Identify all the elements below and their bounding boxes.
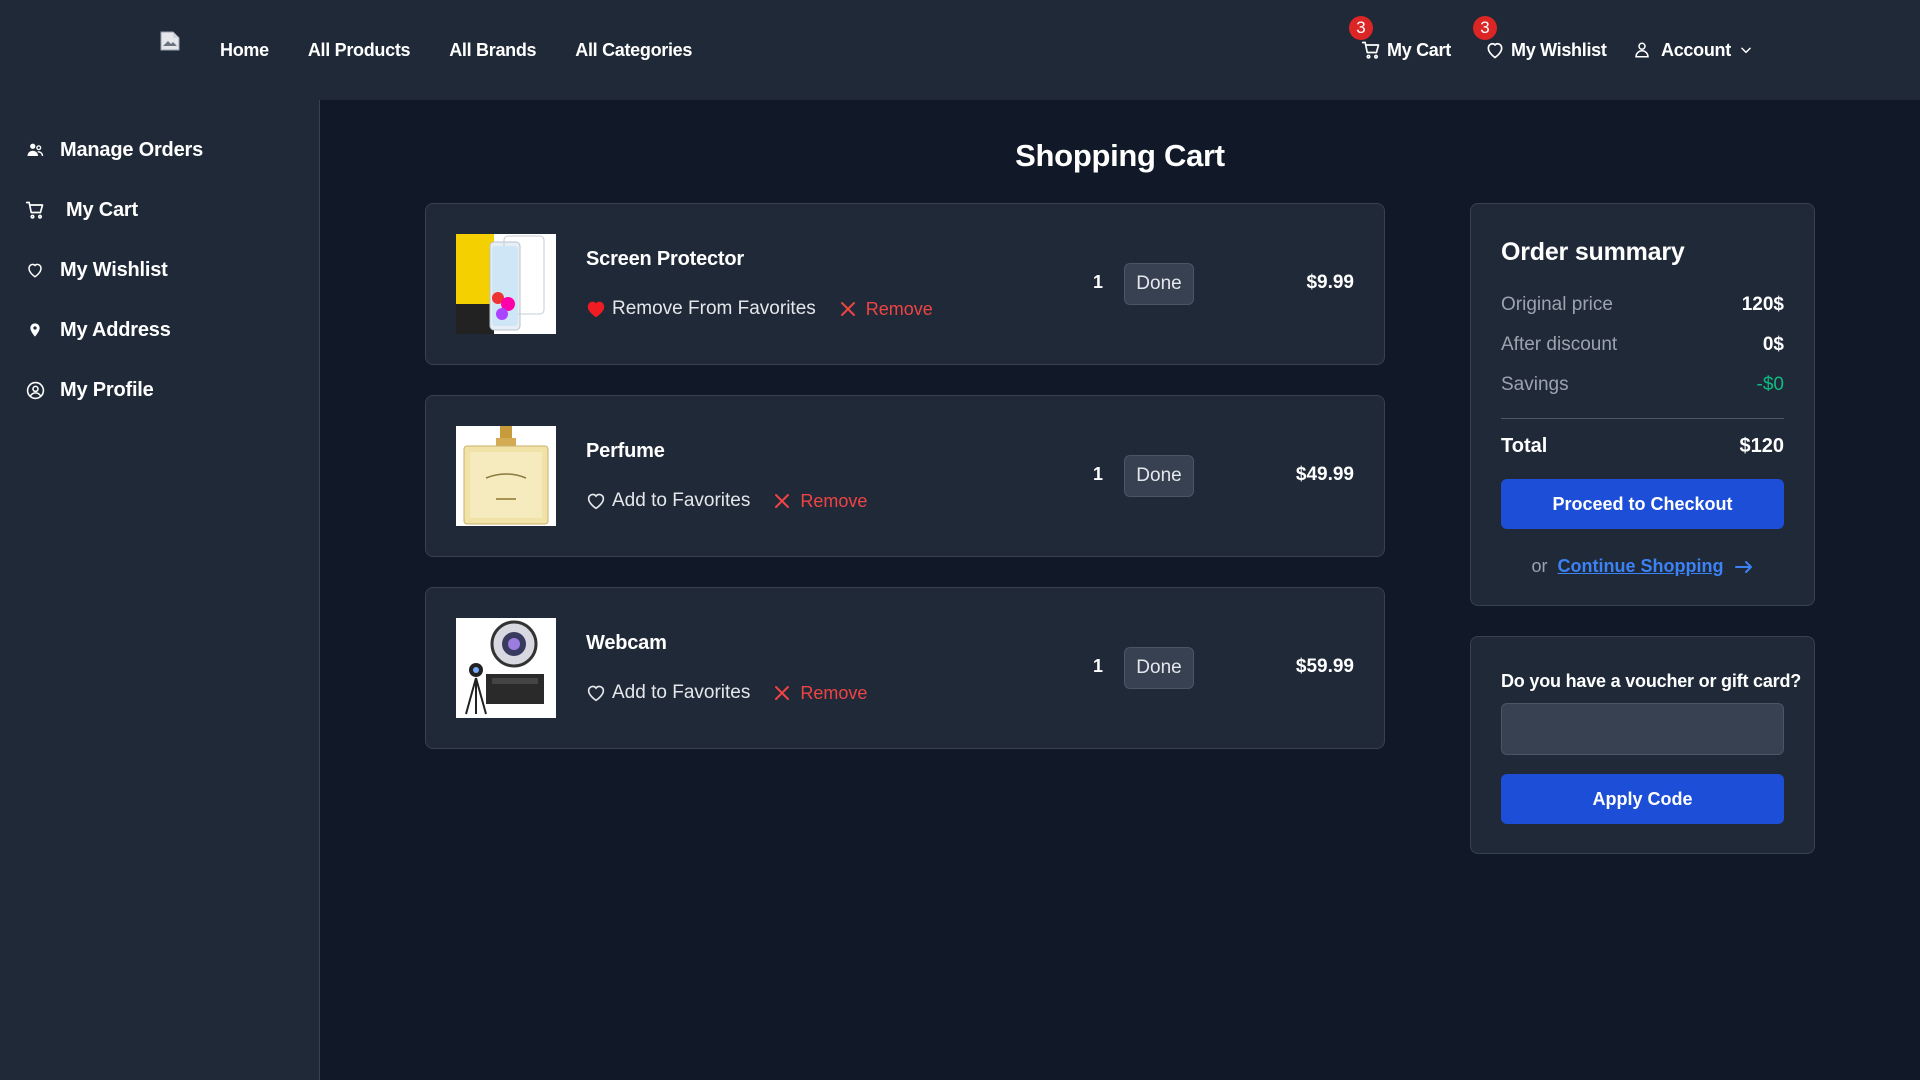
favorite-label: Remove From Favorites <box>612 298 816 319</box>
done-button[interactable]: Done <box>1124 455 1194 497</box>
add-to-favorites-button[interactable]: Add to Favorites <box>586 682 750 704</box>
product-image-screen-protector[interactable] <box>456 234 556 334</box>
heart-icon <box>586 492 612 510</box>
top-navbar: Home All Products All Brands All Categor… <box>0 0 1920 100</box>
remove-label: Remove <box>865 298 933 319</box>
sidebar-item-my-address[interactable]: My Address <box>24 315 171 345</box>
after-discount-label: After discount <box>1501 334 1618 355</box>
sidebar-item-my-cart[interactable]: My Cart <box>24 195 138 225</box>
user-icon <box>1633 40 1657 60</box>
original-price-row: Original price 120$ <box>1501 294 1784 316</box>
sidebar-item-label: My Wishlist <box>60 258 168 281</box>
sidebar-item-label: Manage Orders <box>60 138 204 161</box>
remove-item-button[interactable]: Remove <box>774 491 867 512</box>
product-name[interactable]: Perfume <box>586 440 665 463</box>
done-button[interactable]: Done <box>1124 263 1194 305</box>
product-image-perfume[interactable] <box>456 426 556 526</box>
location-pin-icon <box>24 319 46 341</box>
remove-from-favorites-button[interactable]: Remove From Favorites <box>586 298 816 320</box>
savings-label: Savings <box>1501 374 1569 395</box>
user-circle-icon <box>24 379 46 401</box>
page-title: Shopping Cart <box>1015 138 1225 173</box>
wishlist-count-badge: 3 <box>1473 16 1497 40</box>
product-name[interactable]: Webcam <box>586 632 667 655</box>
product-image-webcam[interactable] <box>456 618 556 718</box>
quantity-value[interactable]: 1 <box>1093 464 1103 485</box>
after-discount-value: 0$ <box>1762 334 1784 355</box>
order-summary-title: Order summary <box>1501 238 1685 266</box>
summary-divider <box>1501 418 1784 419</box>
voucher-label: Do you have a voucher or gift card? <box>1501 671 1802 691</box>
continue-shopping-label: Continue Shopping <box>1557 556 1724 576</box>
quantity-value[interactable]: 1 <box>1093 656 1103 677</box>
cart-icon <box>1361 40 1387 60</box>
item-price: $59.99 <box>1295 656 1354 677</box>
sidebar-item-label: My Profile <box>60 378 154 401</box>
nav-my-cart-label: My Cart <box>1387 39 1451 60</box>
remove-item-button[interactable]: Remove <box>840 299 933 320</box>
cart-item-card: Webcam Add to Favorites Remove 1 Done $5… <box>425 587 1385 749</box>
sidebar-item-label: My Cart <box>66 198 138 221</box>
close-icon <box>774 685 800 701</box>
continue-shopping-line: or Continue Shopping <box>1471 556 1814 577</box>
total-label: Total <box>1501 435 1548 457</box>
item-price: $49.99 <box>1295 464 1354 485</box>
nav-link-all-products[interactable]: All Products <box>308 40 411 61</box>
remove-label: Remove <box>800 490 868 511</box>
apply-code-button[interactable]: Apply Code <box>1501 774 1784 824</box>
close-icon <box>774 493 800 509</box>
sidebar-item-label: My Address <box>60 318 171 341</box>
or-text: or <box>1531 556 1548 576</box>
order-summary-panel: Order summary Original price 120$ After … <box>1470 203 1815 606</box>
nav-my-wishlist[interactable]: My Wishlist <box>1485 0 1607 100</box>
favorite-label: Add to Favorites <box>612 490 751 511</box>
original-price-label: Original price <box>1501 294 1613 315</box>
nav-account-menu[interactable]: Account <box>1633 0 1759 100</box>
close-icon <box>840 301 866 317</box>
product-name[interactable]: Screen Protector <box>586 248 744 271</box>
savings-value: -$0 <box>1756 374 1784 395</box>
voucher-panel: Do you have a voucher or gift card? Appl… <box>1470 636 1815 854</box>
sidebar-item-my-profile[interactable]: My Profile <box>24 375 154 405</box>
continue-shopping-link[interactable]: Continue Shopping <box>1558 556 1754 577</box>
users-icon <box>24 139 46 161</box>
nav-my-cart[interactable]: My Cart <box>1361 0 1451 100</box>
broken-image-icon[interactable] <box>159 30 181 52</box>
item-price: $9.99 <box>1306 272 1354 293</box>
remove-item-button[interactable]: Remove <box>774 683 867 704</box>
savings-row: Savings -$0 <box>1501 374 1784 396</box>
cart-item-card: Screen Protector Remove From Favorites R… <box>425 203 1385 365</box>
nav-account-label: Account <box>1661 39 1731 60</box>
done-button[interactable]: Done <box>1124 647 1194 689</box>
heart-icon <box>1485 40 1511 60</box>
total-value: $120 <box>1739 435 1785 457</box>
after-discount-row: After discount 0$ <box>1501 334 1784 356</box>
quantity-value[interactable]: 1 <box>1093 272 1103 293</box>
nav-link-all-brands[interactable]: All Brands <box>449 40 536 61</box>
heart-icon <box>24 259 46 281</box>
cart-icon <box>24 199 46 221</box>
original-price-value: 120$ <box>1741 294 1784 315</box>
cart-item-card: Perfume Add to Favorites Remove 1 Done $… <box>425 395 1385 557</box>
chevron-down-icon <box>1739 43 1759 57</box>
remove-label: Remove <box>800 682 868 703</box>
sidebar-item-manage-orders[interactable]: Manage Orders <box>24 135 203 165</box>
favorite-label: Add to Favorites <box>612 682 751 703</box>
sidebar-item-my-wishlist[interactable]: My Wishlist <box>24 255 168 285</box>
total-row: Total $120 <box>1501 435 1784 458</box>
main-nav-links: Home All Products All Brands All Categor… <box>220 0 731 100</box>
nav-link-all-categories[interactable]: All Categories <box>575 40 692 61</box>
add-to-favorites-button[interactable]: Add to Favorites <box>586 490 750 512</box>
voucher-code-input[interactable] <box>1501 703 1784 755</box>
nav-link-home[interactable]: Home <box>220 40 269 61</box>
proceed-to-checkout-button[interactable]: Proceed to Checkout <box>1501 479 1784 529</box>
cart-count-badge: 3 <box>1349 16 1373 40</box>
arrow-right-icon <box>1723 560 1753 574</box>
nav-my-wishlist-label: My Wishlist <box>1511 39 1607 60</box>
sidebar: Manage Orders My Cart My Wishlist My Add… <box>0 100 320 1080</box>
heart-icon <box>586 684 612 702</box>
heart-filled-icon <box>586 300 612 318</box>
